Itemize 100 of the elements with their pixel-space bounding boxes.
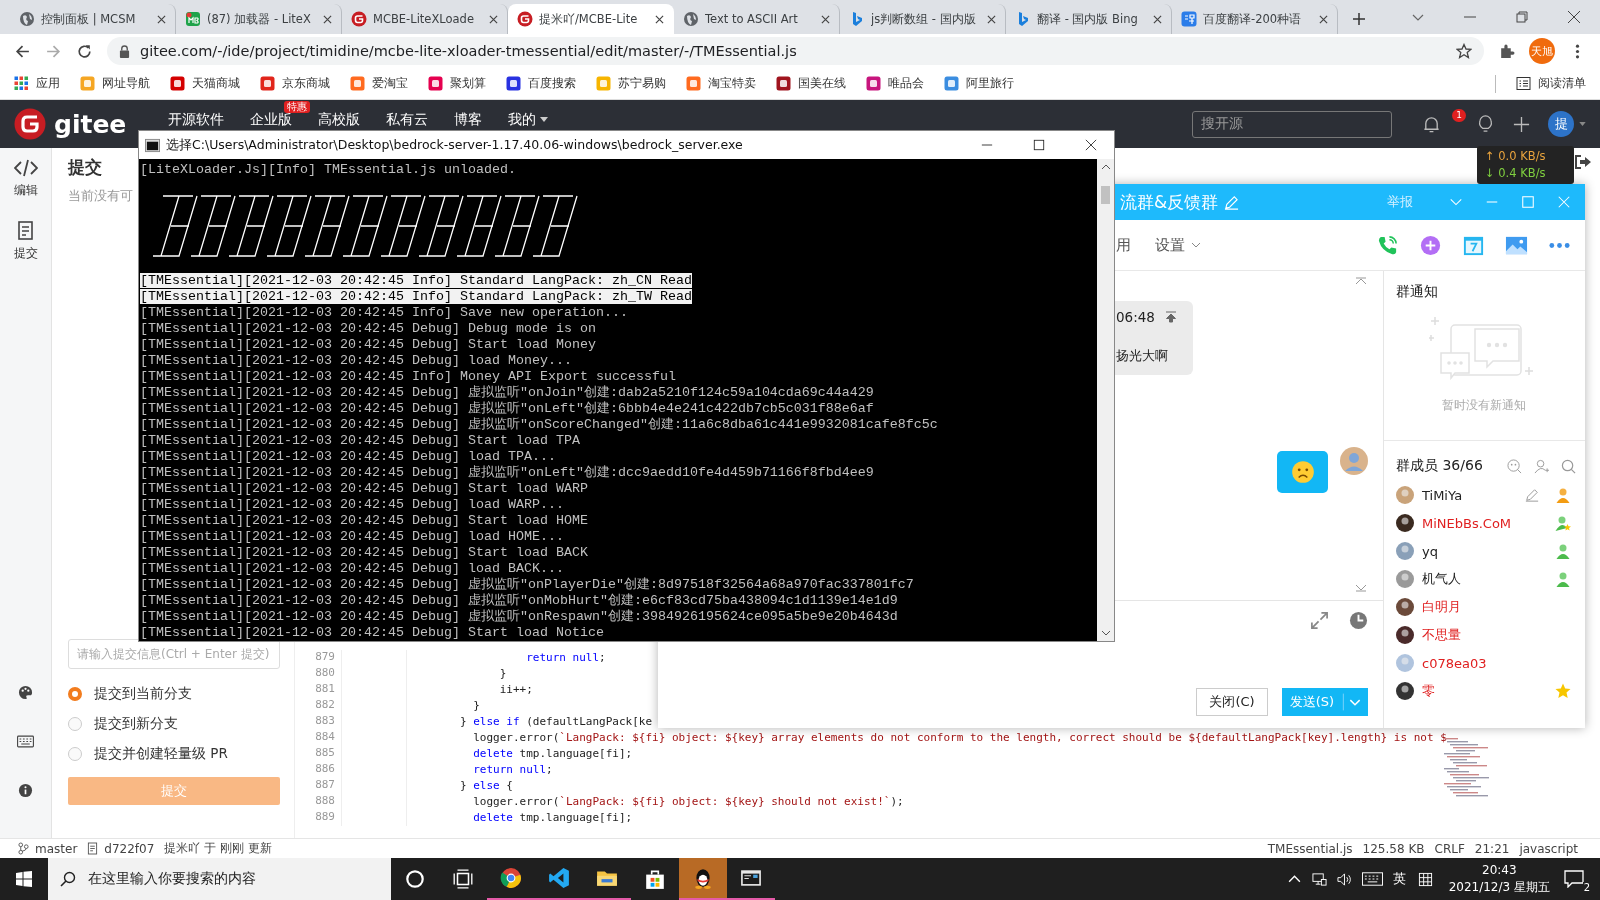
commit-hash[interactable]: d722f07 <box>104 841 155 856</box>
user-avatar[interactable]: 提 <box>1548 111 1574 137</box>
browser-tab[interactable]: 提米吖/MCBE-Lite <box>508 4 674 34</box>
radio-button[interactable] <box>68 687 82 701</box>
bookmark-link[interactable]: 国美在线 <box>776 75 846 92</box>
gitee-logo-icon[interactable] <box>14 108 46 140</box>
bookmark-link[interactable]: 阿里旅行 <box>944 75 1014 92</box>
reload-icon[interactable] <box>76 42 93 60</box>
cursor-position[interactable]: 21:21 <box>1474 841 1510 856</box>
lightbulb-icon[interactable] <box>1476 114 1495 134</box>
nav-link[interactable]: 开源软件 <box>168 111 225 128</box>
nav-link[interactable]: 企业版 <box>250 111 293 128</box>
member-row[interactable]: yq <box>1396 537 1571 565</box>
bookmark-link[interactable]: 天猫商城 <box>170 75 240 92</box>
close-button[interactable]: 关闭(C) <box>1196 688 1268 716</box>
radio-label[interactable]: 提交并创建轻量级 PR <box>94 745 228 763</box>
close-icon[interactable] <box>1153 14 1162 24</box>
keyboard-icon[interactable] <box>17 734 34 749</box>
commit-message-field[interactable]: 请输入提交信息(Ctrl + Enter 提交) <box>68 639 280 669</box>
bookmark-link[interactable]: 爱淘宝 <box>350 75 408 92</box>
member-row[interactable]: 机气人 <box>1396 565 1571 593</box>
input-method-indicator[interactable]: 英 <box>1392 870 1406 888</box>
windows-start-icon[interactable] <box>16 871 32 887</box>
palette-icon[interactable] <box>17 685 34 700</box>
taskbar-search-field[interactable]: 在这里输入你要搜索的内容 <box>48 858 391 900</box>
network-icon[interactable] <box>1311 871 1327 887</box>
search-field[interactable]: 搜开源 <box>1192 110 1392 138</box>
address-bar[interactable]: gitee.com/-/ide/project/timidine/mcbe-lite-xloader-tmessential/edit/master/-/TMEssential.js <box>107 37 1484 65</box>
member-row[interactable]: 白明月 <box>1396 593 1571 621</box>
search-icon[interactable] <box>1560 458 1576 474</box>
close-icon[interactable] <box>987 14 996 24</box>
member-row[interactable]: 不思量 <box>1396 621 1571 649</box>
settings-menu[interactable]: 设置 <box>1155 235 1201 255</box>
add-app-icon[interactable] <box>1419 233 1442 257</box>
scroll-down-icon[interactable] <box>1100 630 1111 636</box>
scroll-up-icon[interactable] <box>1100 164 1111 170</box>
pin-to-top-icon[interactable] <box>1164 311 1177 323</box>
console-line: [TMEssential][2021-12-03 20:42:45 Debug] load BACK... <box>140 561 564 576</box>
scroll-up-icon[interactable] <box>1355 277 1367 285</box>
close-icon[interactable] <box>655 14 664 24</box>
close-icon[interactable] <box>157 14 166 24</box>
bookmark-link[interactable]: 淘宝特卖 <box>686 75 756 92</box>
radio-button[interactable] <box>68 717 82 731</box>
clock-icon[interactable] <box>1349 611 1368 630</box>
system-clock[interactable]: 20:43 2021/12/3 星期五 <box>1448 862 1550 896</box>
promo-badge: 特惠 <box>284 101 311 113</box>
nav-link[interactable]: 博客 <box>454 111 483 128</box>
caret-icon[interactable] <box>1579 122 1586 126</box>
close-icon[interactable] <box>1567 10 1581 24</box>
member-row[interactable]: 零 <box>1396 677 1571 705</box>
notification-center-icon[interactable] <box>1564 870 1584 888</box>
bookmark-link[interactable]: 网址导航 <box>80 75 150 92</box>
radio-label[interactable]: 提交到新分支 <box>94 715 178 733</box>
gitee-wordmark[interactable]: gitee <box>54 109 127 139</box>
volume-icon[interactable] <box>1336 871 1352 887</box>
grid-icon[interactable] <box>1417 871 1433 887</box>
logout-icon[interactable] <box>1574 154 1592 170</box>
radio-label[interactable]: 提交到当前分支 <box>94 685 192 703</box>
maximize-icon[interactable] <box>1033 139 1045 151</box>
nav-link[interactable]: 私有云 <box>386 111 429 128</box>
restore-icon[interactable] <box>1515 10 1529 24</box>
reading-list-link[interactable]: 阅读清单 <box>1516 75 1586 92</box>
close-icon[interactable] <box>489 14 498 24</box>
member-row[interactable]: c078ea03 <box>1396 649 1571 677</box>
scrollbar-thumb[interactable] <box>1101 186 1110 204</box>
plus-icon[interactable] <box>1512 114 1531 134</box>
member-row[interactable]: MiNEbBs.CoM <box>1396 509 1571 537</box>
info-icon[interactable] <box>17 783 34 798</box>
branch-name[interactable]: master <box>35 841 78 856</box>
nav-link[interactable]: 高校版 <box>318 111 361 128</box>
person-icon <box>1555 571 1571 587</box>
close-icon[interactable] <box>1085 139 1097 151</box>
bookmark-link[interactable]: 聚划算 <box>428 75 486 92</box>
bookmark-link[interactable]: 百度搜索 <box>506 75 576 92</box>
expand-icon[interactable] <box>1310 611 1329 630</box>
bookmark-link[interactable]: 唯品会 <box>866 75 924 92</box>
globe-icon <box>19 11 35 27</box>
bell-icon[interactable] <box>1422 114 1441 134</box>
sidebar-item[interactable]: 提交 <box>13 221 38 262</box>
bookmark-link[interactable]: 苏宁易购 <box>596 75 666 92</box>
member-row[interactable]: TiMiYa <box>1396 481 1571 509</box>
nav-link[interactable]: 我的 <box>508 111 549 128</box>
sidebar-item[interactable]: 编辑 <box>13 158 38 199</box>
bookmark-star-icon[interactable] <box>1456 43 1472 59</box>
close-icon[interactable] <box>323 14 332 24</box>
task-view-icon[interactable] <box>452 868 474 890</box>
notification-badge: 1 <box>1452 108 1466 122</box>
close-icon[interactable] <box>1319 14 1328 24</box>
scroll-down-icon[interactable] <box>1355 584 1367 592</box>
bookmark-link[interactable]: 应用 <box>14 75 60 92</box>
extensions-icon[interactable] <box>1498 42 1515 60</box>
language-mode[interactable]: javascript <box>1519 841 1578 856</box>
line-ending[interactable]: CRLF <box>1434 841 1465 856</box>
taskbar-app-button[interactable] <box>679 858 727 900</box>
close-icon[interactable] <box>821 14 830 24</box>
bookmark-link[interactable]: 京东商城 <box>260 75 330 92</box>
new-tab-icon[interactable] <box>1352 12 1366 26</box>
toolbar-tab[interactable]: 用 <box>1116 235 1131 255</box>
cortana-icon[interactable] <box>404 868 426 890</box>
radio-button[interactable] <box>68 747 82 761</box>
